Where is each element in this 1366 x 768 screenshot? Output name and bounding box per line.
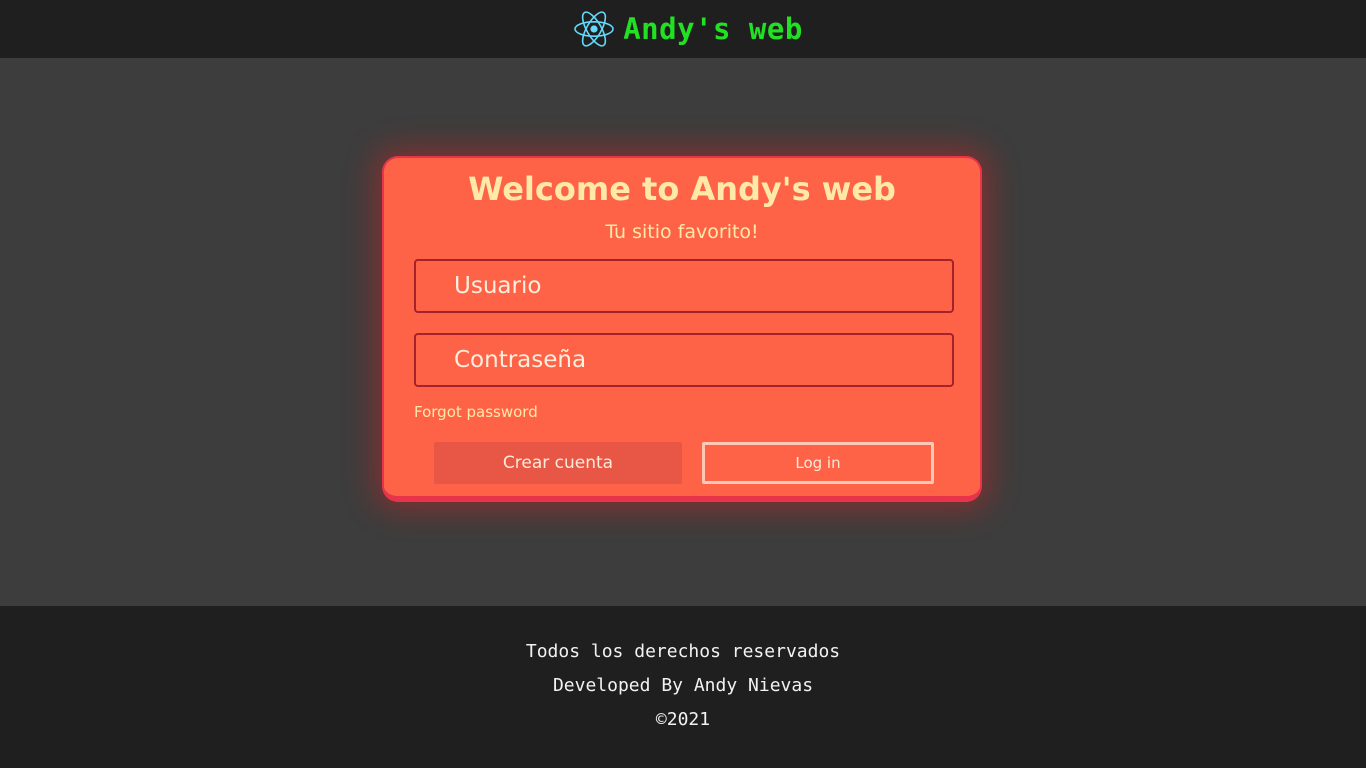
create-account-button[interactable]: Crear cuenta <box>434 442 682 484</box>
login-subtitle: Tu sitio favorito! <box>605 221 759 243</box>
password-input[interactable] <box>414 333 954 387</box>
react-atom-icon <box>574 11 614 47</box>
main-content: Welcome to Andy's web Tu sitio favorito!… <box>0 58 1366 606</box>
top-navbar: Andy's web <box>0 0 1366 58</box>
username-input[interactable] <box>414 259 954 313</box>
login-card: Welcome to Andy's web Tu sitio favorito!… <box>382 156 982 502</box>
footer-copyright-text: ©2021 <box>655 709 711 730</box>
footer: Todos los derechos reservados Developed … <box>0 606 1366 768</box>
footer-developer-text: Developed By Andy Nievas <box>552 675 814 696</box>
forgot-password-link[interactable]: Forgot password <box>414 403 538 421</box>
login-title: Welcome to Andy's web <box>468 170 896 208</box>
footer-rights-text: Todos los derechos reservados <box>525 641 841 662</box>
login-button[interactable]: Log in <box>702 442 934 484</box>
brand-title: Andy's web <box>623 12 803 46</box>
brand[interactable]: Andy's web <box>573 10 803 48</box>
